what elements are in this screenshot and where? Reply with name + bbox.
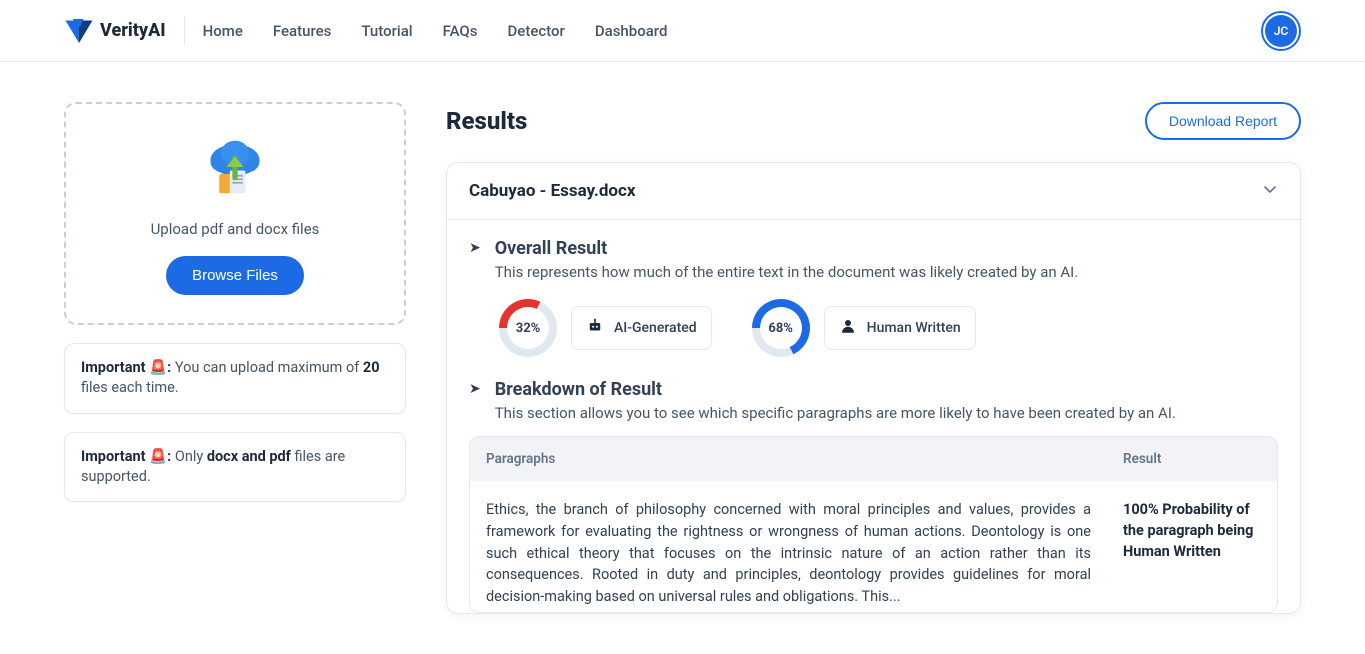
info-text-before: You can upload maximum of xyxy=(175,359,363,376)
donut-human: 68% xyxy=(752,299,810,357)
info-strong: 20 xyxy=(363,359,380,376)
donut-ai: 32% xyxy=(499,299,557,357)
nav-link-faqs[interactable]: FAQs xyxy=(443,22,478,40)
overall-desc: This represents how much of the entire t… xyxy=(495,263,1078,281)
human-percentage: 68% xyxy=(760,307,802,349)
download-report-button[interactable]: Download Report xyxy=(1145,102,1301,140)
info-strong: docx and pdf xyxy=(207,448,291,465)
paragraph-cell: Ethics, the branch of philosophy concern… xyxy=(470,481,1107,612)
breakdown-head-row: Paragraphs Result xyxy=(470,437,1277,481)
nav-link-tutorial[interactable]: Tutorial xyxy=(361,22,412,40)
nav-left: VerityAI Home Features Tutorial FAQs Det… xyxy=(64,16,667,46)
info-text-before: Only xyxy=(175,448,207,465)
breakdown-table: Paragraphs Result Ethics, the branch of … xyxy=(469,436,1278,613)
upload-card[interactable]: Upload pdf and docx files Browse Files xyxy=(64,102,406,325)
nav-link-home[interactable]: Home xyxy=(203,22,243,40)
ai-label: AI-Generated xyxy=(614,320,697,336)
results-title: Results xyxy=(446,107,527,135)
cloud-upload-icon xyxy=(200,132,270,202)
navbar: VerityAI Home Features Tutorial FAQs Det… xyxy=(0,0,1365,62)
ai-percentage: 32% xyxy=(507,307,549,349)
nav-link-dashboard[interactable]: Dashboard xyxy=(595,22,668,40)
col-header-paragraphs: Paragraphs xyxy=(470,437,1107,481)
chevron-down-icon xyxy=(1262,181,1278,201)
info-prefix: Important 🚨: xyxy=(81,448,175,465)
metric-human: 68% Human Written xyxy=(752,299,976,357)
results-header: Results Download Report xyxy=(446,102,1301,140)
col-header-result: Result xyxy=(1107,437,1277,481)
table-row: Ethics, the branch of philosophy concern… xyxy=(470,481,1277,612)
nav-link-features[interactable]: Features xyxy=(273,22,331,40)
human-label: Human Written xyxy=(867,320,961,336)
section-bullet-icon: ➤ xyxy=(469,241,481,255)
info-prefix: Important 🚨: xyxy=(81,359,175,376)
section-head: ➤ Breakdown of Result This section allow… xyxy=(469,379,1278,422)
chip-human-written: Human Written xyxy=(824,306,976,350)
user-avatar[interactable]: JC xyxy=(1261,11,1301,51)
overall-title: Overall Result xyxy=(495,238,1078,259)
right-column: Results Download Report Cabuyao - Essay.… xyxy=(446,102,1301,614)
file-name: Cabuyao - Essay.docx xyxy=(469,181,636,201)
section-head: ➤ Overall Result This represents how muc… xyxy=(469,238,1278,281)
file-header[interactable]: Cabuyao - Essay.docx xyxy=(447,163,1300,220)
logo-icon xyxy=(64,16,94,46)
upload-caption: Upload pdf and docx files xyxy=(151,220,320,238)
overall-result-section: ➤ Overall Result This represents how muc… xyxy=(447,220,1300,361)
breakdown-body: Paragraphs Result Ethics, the branch of … xyxy=(447,422,1300,613)
metric-ai: 32% AI-Generated xyxy=(499,299,712,357)
nav-links: Home Features Tutorial FAQs Detector Das… xyxy=(203,22,668,40)
breakdown-desc: This section allows you to see which spe… xyxy=(495,404,1176,422)
left-column: Upload pdf and docx files Browse Files I… xyxy=(64,102,406,502)
user-initials: JC xyxy=(1265,15,1297,47)
info-card-file-types: Important 🚨: Only docx and pdf files are… xyxy=(64,432,406,503)
nav-link-detector[interactable]: Detector xyxy=(508,22,565,40)
info-text-after: files each time. xyxy=(81,379,179,396)
breakdown-title: Breakdown of Result xyxy=(495,379,1176,400)
brand-logo[interactable]: VerityAI xyxy=(64,16,185,46)
robot-icon xyxy=(586,317,604,339)
brand-name: VerityAI xyxy=(100,20,166,41)
browse-files-button[interactable]: Browse Files xyxy=(166,256,304,295)
metrics-row: 32% AI-Generated 68% xyxy=(469,281,1278,361)
person-icon xyxy=(839,317,857,339)
result-cell: 100% Probability of the paragraph being … xyxy=(1107,481,1277,612)
breakdown-section: ➤ Breakdown of Result This section allow… xyxy=(447,361,1300,422)
page-body: Upload pdf and docx files Browse Files I… xyxy=(0,62,1365,654)
chip-ai-generated: AI-Generated xyxy=(571,306,712,350)
info-card-max-files: Important 🚨: You can upload maximum of 2… xyxy=(64,343,406,414)
section-bullet-icon: ➤ xyxy=(469,382,481,396)
result-card: Cabuyao - Essay.docx ➤ Overall Result Th… xyxy=(446,162,1301,614)
